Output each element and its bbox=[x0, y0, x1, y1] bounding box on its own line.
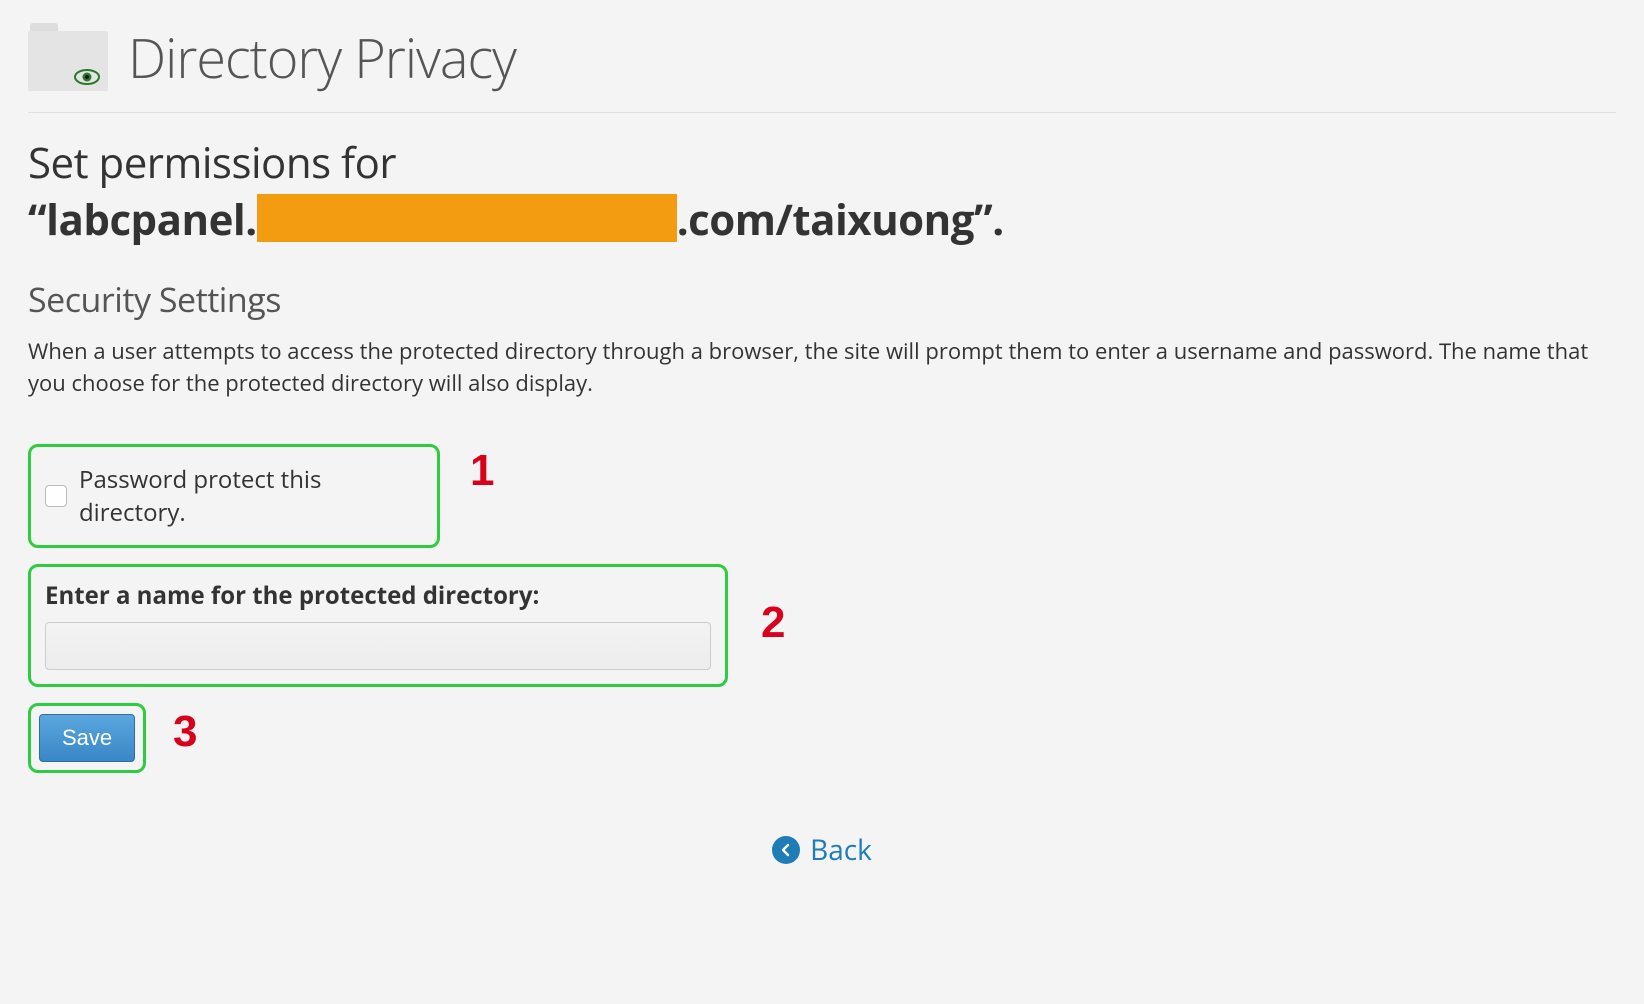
directory-name-row: Enter a name for the protected directory… bbox=[28, 564, 1616, 687]
permissions-heading: Set permissions for “labcpanel. .com/taix… bbox=[28, 135, 1616, 248]
back-label: Back bbox=[810, 831, 872, 869]
annotation-box-3: Save bbox=[28, 703, 146, 773]
folder-privacy-icon bbox=[28, 23, 108, 91]
arrow-left-circle-icon bbox=[772, 836, 800, 864]
directory-name-label: Enter a name for the protected directory… bbox=[45, 579, 711, 612]
annotation-number-2: 2 bbox=[761, 598, 785, 648]
save-row: Save 3 bbox=[28, 703, 1616, 773]
security-settings-desc: When a user attempts to access the prote… bbox=[28, 336, 1616, 400]
annotation-box-2: Enter a name for the protected directory… bbox=[28, 564, 728, 687]
page-header: Directory Privacy bbox=[28, 20, 1616, 113]
page-container: Directory Privacy Set permissions for “l… bbox=[0, 0, 1644, 889]
back-link-row: Back bbox=[28, 831, 1616, 869]
permissions-path-pre: “labcpanel. bbox=[28, 191, 257, 248]
password-protect-checkbox-wrap[interactable]: Password protect this directory. bbox=[45, 463, 423, 529]
save-button[interactable]: Save bbox=[39, 714, 135, 762]
annotation-number-3: 3 bbox=[173, 707, 197, 757]
permissions-path-post: .com/taixuong”. bbox=[677, 191, 1004, 248]
back-link[interactable]: Back bbox=[772, 831, 872, 869]
permissions-prefix: Set permissions for bbox=[28, 134, 396, 191]
annotation-box-1: Password protect this directory. bbox=[28, 444, 440, 548]
redacted-block bbox=[257, 194, 677, 242]
annotation-number-1: 1 bbox=[470, 446, 494, 496]
security-settings-title: Security Settings bbox=[28, 276, 1616, 322]
directory-name-input[interactable] bbox=[45, 622, 711, 670]
page-title: Directory Privacy bbox=[128, 20, 516, 94]
password-protect-label: Password protect this directory. bbox=[79, 463, 423, 529]
checkbox-icon[interactable] bbox=[45, 485, 67, 507]
password-protect-row: Password protect this directory. 1 bbox=[28, 444, 1616, 548]
